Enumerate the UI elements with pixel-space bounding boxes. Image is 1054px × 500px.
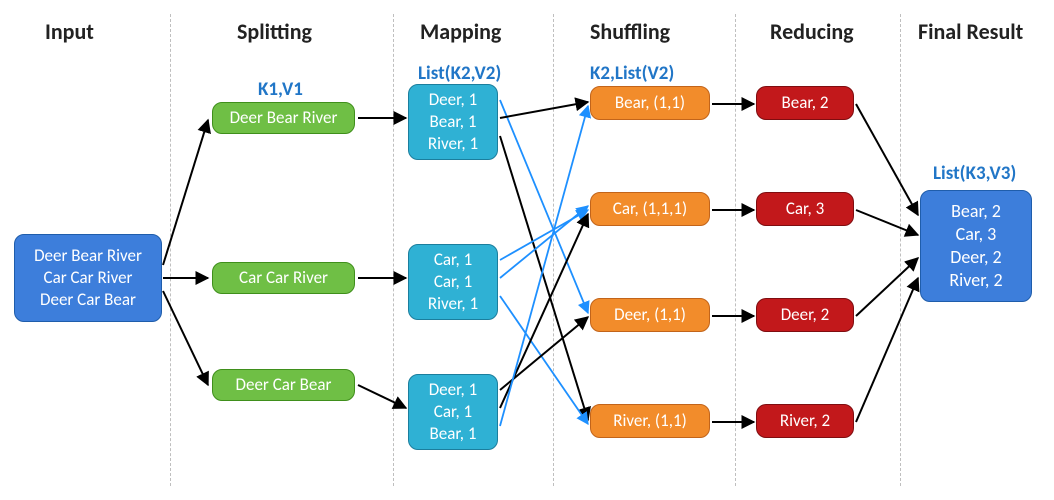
stage-title-map: Mapping [420,18,501,45]
subtitle-shuffle: K2,List(V2) [590,62,674,85]
reduce-0: Bear, 2 [756,86,854,120]
shuffle-3: River, (1,1) [590,404,710,438]
reduce-2: Deer, 2 [756,298,854,332]
input-block: Deer Bear River Car Car River Deer Car B… [14,234,162,322]
divider [735,14,736,486]
split-2: Deer Car Bear [212,369,355,401]
divider [393,14,394,486]
subtitle-result: List(K3,V3) [933,162,1016,185]
divider [900,14,901,486]
split-1: Car Car River [212,262,355,294]
divider [553,14,554,486]
stage-title-result: Final Result [918,18,1023,45]
reduce-1: Car, 3 [756,192,854,226]
stage-title-split: Splitting [237,18,312,45]
stage-title-reduce: Reducing [770,18,854,45]
map-0: Deer, 1 Bear, 1 River, 1 [408,84,498,160]
shuffle-1: Car, (1,1,1) [590,192,710,226]
map-2: Deer, 1 Car, 1 Bear, 1 [408,374,498,450]
map-1: Car, 1 Car, 1 River, 1 [408,244,498,320]
shuffle-0: Bear, (1,1) [590,86,710,120]
subtitle-map: List(K2,V2) [418,62,501,85]
final-result: Bear, 2 Car, 3 Deer, 2 River, 2 [920,190,1032,302]
stage-title-input: Input [45,18,94,45]
stage-title-shuffle: Shuffling [590,18,670,45]
subtitle-split: K1,V1 [258,78,303,101]
split-0: Deer Bear River [212,102,355,134]
divider [170,14,171,486]
reduce-3: River, 2 [756,404,854,438]
shuffle-2: Deer, (1,1) [590,298,710,332]
